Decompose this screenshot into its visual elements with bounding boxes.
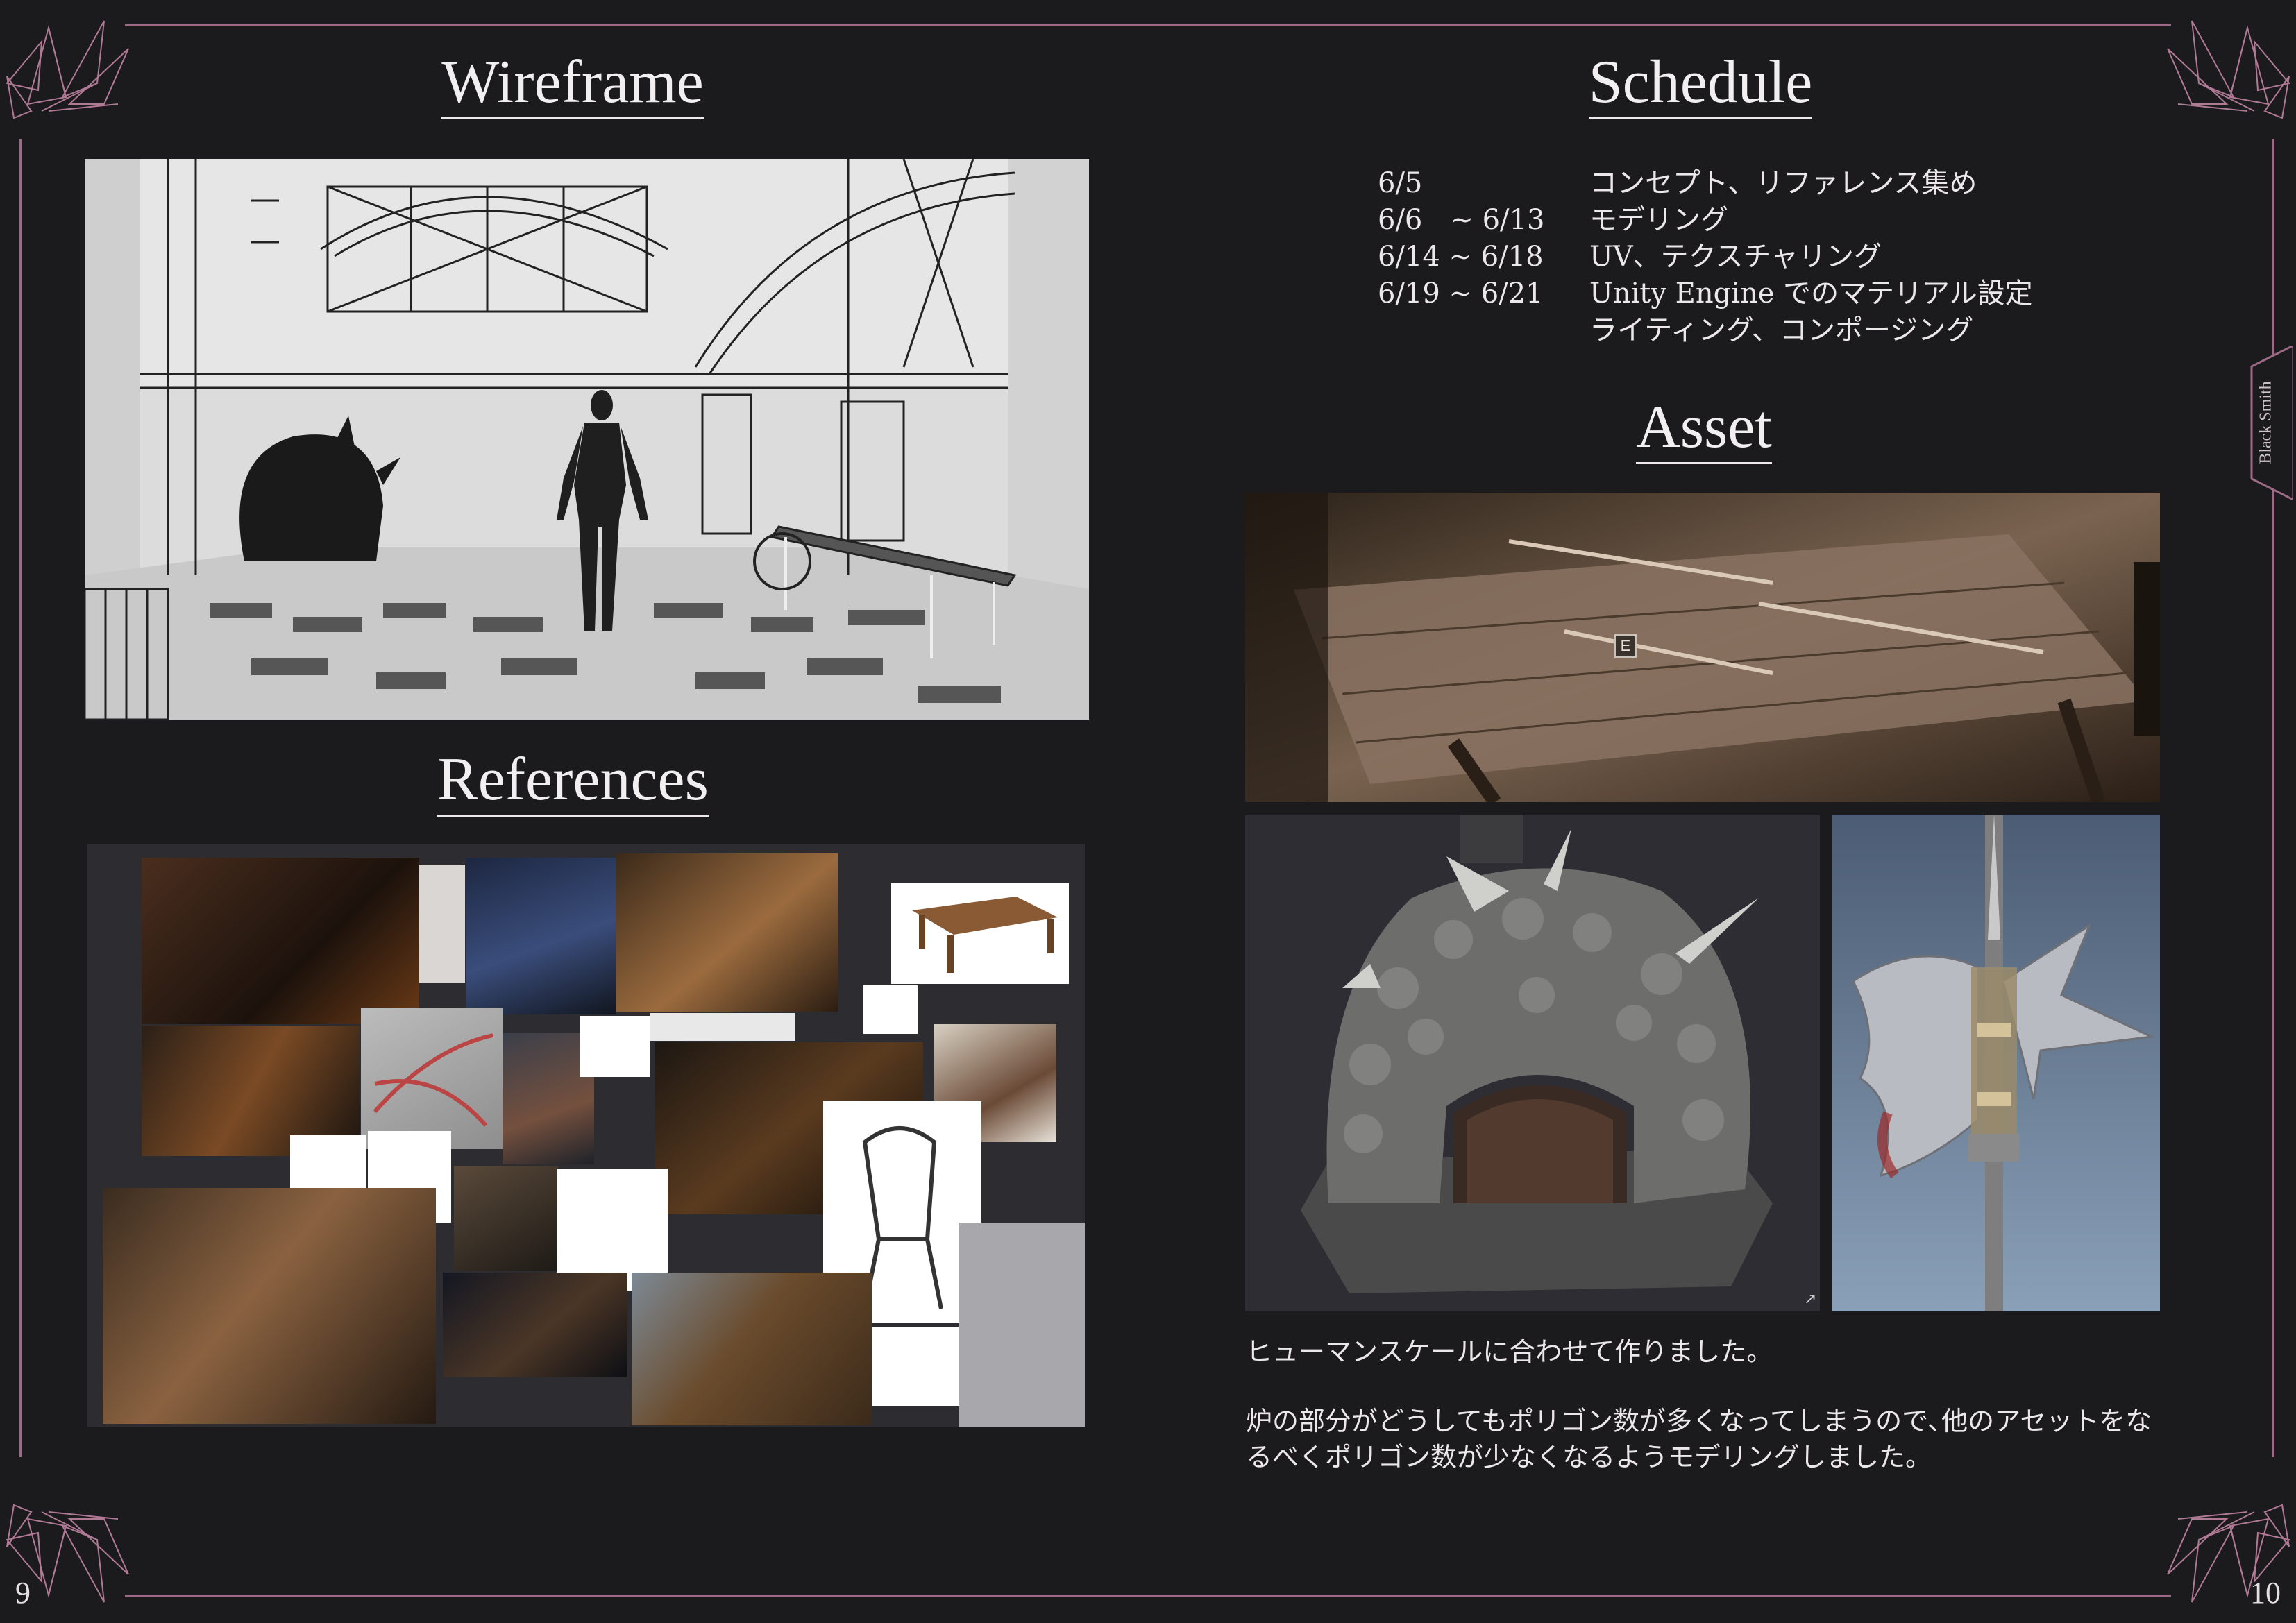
reference-anvil — [872, 1327, 959, 1406]
schedule-list: 6/5 コンセプト、リファレンス集め 6/6 ~ 6/13 モデリング 6/14 ~… — [1378, 165, 2033, 349]
wireframe-heading: Wireframe — [437, 47, 708, 120]
interaction-key-badge: E — [1614, 634, 1637, 658]
frame-right-line — [2272, 139, 2274, 1457]
schedule-row: 6/6 ~ 6/13 モデリング — [1378, 202, 2033, 239]
asset-heading: Asset — [1596, 392, 1812, 465]
page-number-left: 9 — [15, 1576, 31, 1610]
reference-dungeon-blue — [466, 858, 616, 1014]
reference-night-forge — [443, 1273, 627, 1377]
reference-blacksmith-shop — [103, 1188, 436, 1424]
reference-forge-painting — [142, 858, 419, 1024]
crystal-ornament-top-left — [6, 20, 129, 119]
references-heading-text: References — [437, 747, 709, 817]
asset-heading-text: Asset — [1636, 395, 1772, 465]
interaction-key-label: E — [1620, 637, 1631, 654]
references-collage — [87, 844, 1085, 1427]
asset-caption-line2: 炉の部分がどうしてもポリゴン数が多くなってしまうので､他のアセットをなるべくポリ… — [1246, 1406, 2152, 1472]
schedule-task: コンセプト、リファレンス集め — [1589, 167, 1977, 199]
schedule-date: 6/6 ~ 6/13 — [1378, 204, 1545, 236]
page-number-right: 10 — [2250, 1576, 2281, 1610]
reference-chained-figure — [361, 1008, 503, 1149]
svg-text:↗: ↗ — [1804, 1291, 1816, 1308]
reference-stone-texture-armor — [959, 1223, 1085, 1427]
side-tab-label: Black Smith — [2256, 381, 2275, 464]
frame-left-line — [19, 139, 22, 1457]
table-sketch-icon — [912, 897, 1058, 973]
frame-top-line — [125, 24, 2171, 26]
wireframe-render-image — [85, 159, 1089, 720]
asset-workbench-image — [1245, 493, 2160, 802]
reference-workshop-room — [616, 853, 838, 1012]
schedule-date — [1378, 312, 1589, 349]
schedule-task: UV、テクスチャリング — [1589, 241, 1882, 273]
asset-halberd-model-image — [1832, 815, 2160, 1311]
asset-caption-line1: ヒューマンスケールに合わせて作りました。 — [1246, 1336, 1773, 1367]
schedule-task: Unity Engine でのマテリアル設定 — [1589, 278, 2033, 309]
schedule-task: モデリング — [1589, 204, 1728, 236]
reference-museum-forge — [632, 1273, 872, 1425]
schedule-task: ライティング、コンポージング — [1589, 314, 1974, 346]
reference-hammer — [863, 985, 918, 1034]
schedule-date: 6/14 ~ 6/18 — [1378, 241, 1544, 273]
chain-shape-icon — [373, 1033, 493, 1127]
reference-sketch — [419, 865, 465, 983]
references-heading: References — [437, 745, 709, 817]
reference-skull-old — [454, 1166, 558, 1271]
schedule-row: 6/19 ~ 6/21 Unity Engine でのマテリアル設定 — [1378, 275, 2033, 312]
wireframe-heading-text: Wireframe — [441, 50, 704, 120]
schedule-row: 6/14 ~ 6/18 UV、テクスチャリング — [1378, 239, 2033, 275]
reference-chain-link — [580, 1016, 650, 1077]
schedule-date: 6/19 ~ 6/21 — [1378, 278, 1544, 309]
schedule-heading: Schedule — [1562, 47, 1839, 120]
frame-bottom-line — [125, 1595, 2171, 1597]
reference-chains-tool — [650, 1013, 795, 1041]
schedule-row: ライティング、コンポージング — [1378, 312, 2033, 349]
schedule-row: 6/5 コンセプト、リファレンス集め — [1378, 165, 2033, 202]
schedule-heading-text: Schedule — [1588, 50, 1813, 120]
reference-wooden-table — [891, 883, 1069, 984]
asset-forge-model-image: ↗ — [1245, 815, 1820, 1311]
chapter-side-tab: Black Smith — [2239, 346, 2293, 500]
schedule-date: 6/5 — [1378, 167, 1423, 199]
crystal-ornament-top-right — [2167, 20, 2290, 119]
